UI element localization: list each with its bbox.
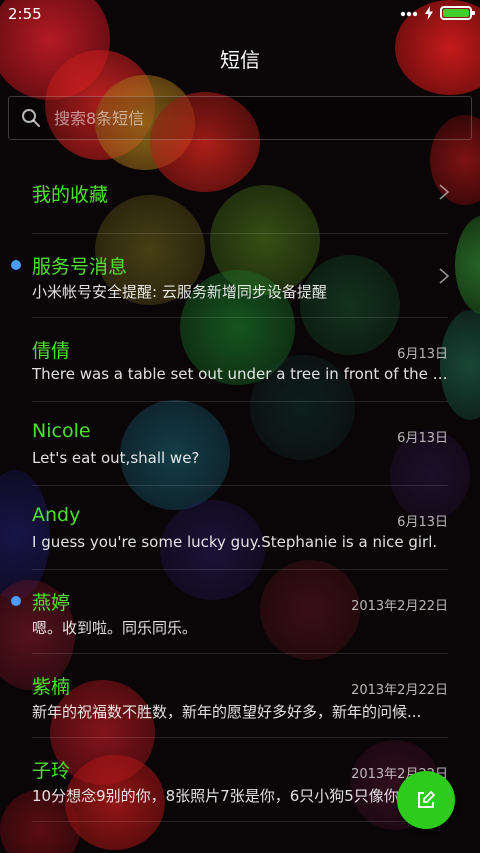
favorites-label: 我的收藏 <box>32 184 109 206</box>
message-preview: 小米帐号安全提醒: 云服务新增同步设备提醒 <box>32 283 327 301</box>
compose-button[interactable] <box>397 771 455 829</box>
message-date: 6月13日 <box>397 431 448 446</box>
message-preview: 10分想念9别的你，8张照片7张是你，6只小狗5只像你... <box>32 787 414 805</box>
contact-name: Nicole <box>32 420 91 442</box>
message-date: 2013年2月22日 <box>351 599 448 614</box>
message-preview: 嗯。收到啦。同乐同乐。 <box>32 619 198 637</box>
favorites-row[interactable]: 我的收藏 <box>0 150 480 234</box>
dots-icon <box>400 7 418 19</box>
message-preview: Let's eat out,shall we? <box>32 449 200 467</box>
list-item[interactable]: Nicole 6月13日 Let's eat out,shall we? <box>0 402 480 486</box>
search-icon <box>22 109 40 127</box>
list-item[interactable]: 服务号消息 小米帐号安全提醒: 云服务新增同步设备提醒 <box>0 234 480 318</box>
list-item[interactable]: Andy 6月13日 I guess you're some lucky guy… <box>0 486 480 570</box>
chevron-right-icon <box>439 268 450 284</box>
contact-name: 倩倩 <box>32 340 71 362</box>
contact-name: 紫楠 <box>32 676 71 698</box>
unread-dot <box>11 596 21 606</box>
contact-name: Andy <box>32 504 81 526</box>
contact-name: 服务号消息 <box>32 256 128 278</box>
status-bar: 2:55 <box>0 0 480 28</box>
message-preview: I guess you're some lucky guy.Stephanie … <box>32 533 438 551</box>
list-item[interactable]: 紫楠 2013年2月22日 新年的祝福数不胜数，新年的愿望好多好多，新年的问候.… <box>0 654 480 738</box>
list-item[interactable]: 倩倩 6月13日 There was a table set out under… <box>0 318 480 402</box>
message-date: 2013年2月22日 <box>351 683 448 698</box>
unread-dot <box>11 260 21 270</box>
compose-icon <box>418 791 435 808</box>
contact-name: 燕婷 <box>32 592 71 614</box>
message-preview: There was a table set out under a tree i… <box>32 365 448 383</box>
status-time: 2:55 <box>8 5 42 23</box>
list-item[interactable]: 燕婷 2013年2月22日 嗯。收到啦。同乐同乐。 <box>0 570 480 654</box>
battery-icon <box>440 6 475 20</box>
chevron-right-icon <box>439 184 450 200</box>
page-title: 短信 <box>220 48 260 72</box>
status-icons <box>400 6 475 20</box>
contact-name: 子玲 <box>32 760 71 782</box>
bolt-icon <box>425 6 433 20</box>
message-date: 6月13日 <box>397 515 448 530</box>
message-preview: 新年的祝福数不胜数，新年的愿望好多好多，新年的问候... <box>32 703 422 721</box>
message-date: 6月13日 <box>397 347 448 362</box>
search-box[interactable] <box>8 96 472 140</box>
search-input[interactable] <box>54 108 434 128</box>
